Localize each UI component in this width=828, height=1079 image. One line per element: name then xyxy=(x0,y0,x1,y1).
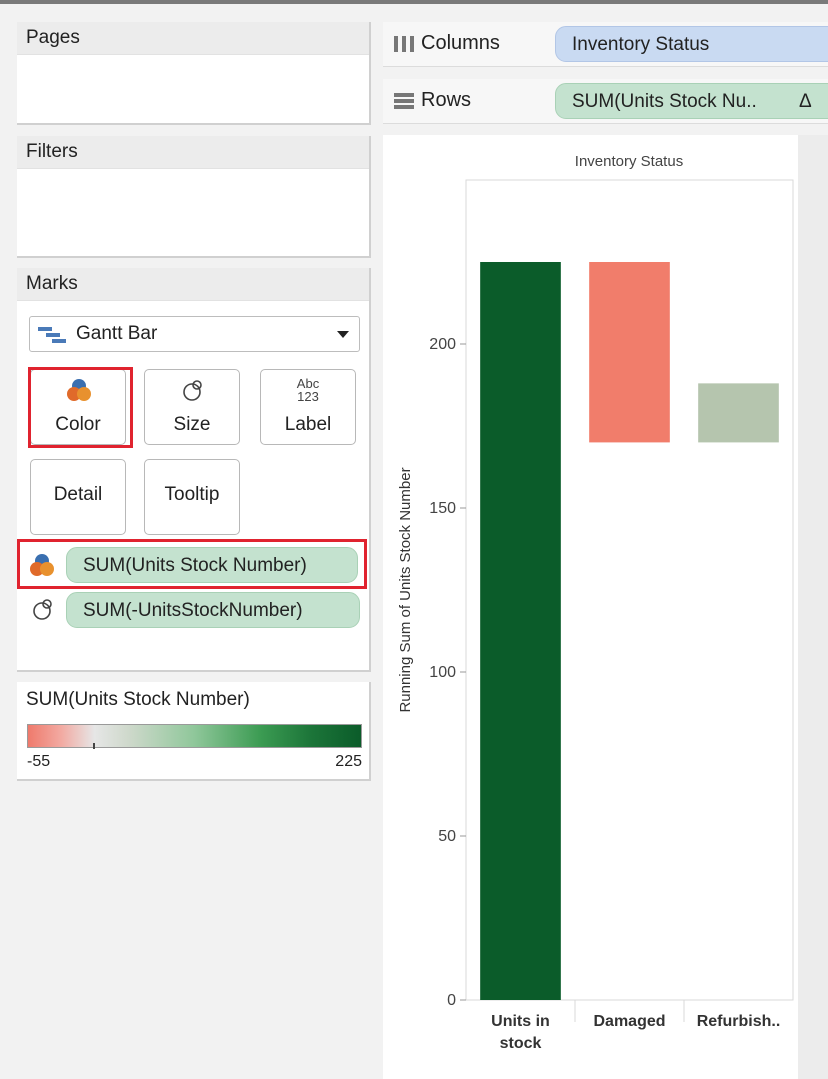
color-legend-panel: SUM(Units Stock Number) -55 225 xyxy=(17,682,371,781)
rows-label: Rows xyxy=(421,89,472,111)
columns-label: Columns xyxy=(421,32,500,54)
detail-button[interactable]: Detail xyxy=(30,459,126,535)
size-button[interactable]: Size xyxy=(144,369,240,445)
rows-icon xyxy=(394,93,414,109)
columns-icon xyxy=(394,36,414,52)
rows-pill-label: SUM(Units Stock Nu.. xyxy=(572,91,757,112)
size-field-label: SUM(-UnitsStockNumber) xyxy=(83,600,303,621)
view-gutter xyxy=(798,135,828,1079)
detail-button-label: Detail xyxy=(53,484,103,505)
marks-panel: Marks Gantt Bar Color Size Abc 123 Label… xyxy=(17,268,371,672)
filters-title: Filters xyxy=(17,136,369,169)
view-area[interactable] xyxy=(383,135,798,1079)
rows-pill[interactable]: SUM(Units Stock Nu.. Δ xyxy=(555,83,828,119)
color-field-highlight xyxy=(17,539,367,589)
color-button-highlight xyxy=(28,367,133,448)
columns-pill[interactable]: Inventory Status xyxy=(555,26,828,62)
window-top-border xyxy=(0,0,828,4)
legend-zero-tick xyxy=(93,743,95,749)
pages-title: Pages xyxy=(17,22,369,55)
size-circles-icon xyxy=(33,599,52,620)
label-button-label: Label xyxy=(284,414,332,435)
tooltip-button-label: Tooltip xyxy=(164,484,220,505)
size-button-label: Size xyxy=(173,414,211,435)
delta-icon: Δ xyxy=(799,91,812,112)
columns-shelf[interactable]: Columns Inventory Status xyxy=(383,22,828,67)
columns-pill-label: Inventory Status xyxy=(572,34,710,55)
abc-123-icon: Abc 123 xyxy=(261,377,355,403)
pages-panel[interactable]: Pages xyxy=(17,22,371,125)
gantt-bar-icon xyxy=(38,327,66,343)
color-legend-gradient xyxy=(27,724,362,748)
filters-panel[interactable]: Filters xyxy=(17,136,371,258)
legend-max-label: 225 xyxy=(335,753,362,770)
legend-min-label: -55 xyxy=(27,753,51,770)
mark-type-dropdown[interactable]: Gantt Bar xyxy=(29,316,360,352)
size-field-pill[interactable]: SUM(-UnitsStockNumber) xyxy=(66,592,360,628)
marks-title: Marks xyxy=(17,268,369,301)
num-icon-text: 123 xyxy=(297,389,319,404)
label-button[interactable]: Abc 123 Label xyxy=(260,369,356,445)
tooltip-button[interactable]: Tooltip xyxy=(144,459,240,535)
rows-shelf[interactable]: Rows SUM(Units Stock Nu.. Δ xyxy=(383,79,828,124)
chevron-down-icon[interactable] xyxy=(337,331,349,339)
mark-type-label: Gantt Bar xyxy=(76,323,158,344)
size-circles-icon xyxy=(183,380,202,401)
legend-title: SUM(Units Stock Number) xyxy=(26,689,250,710)
